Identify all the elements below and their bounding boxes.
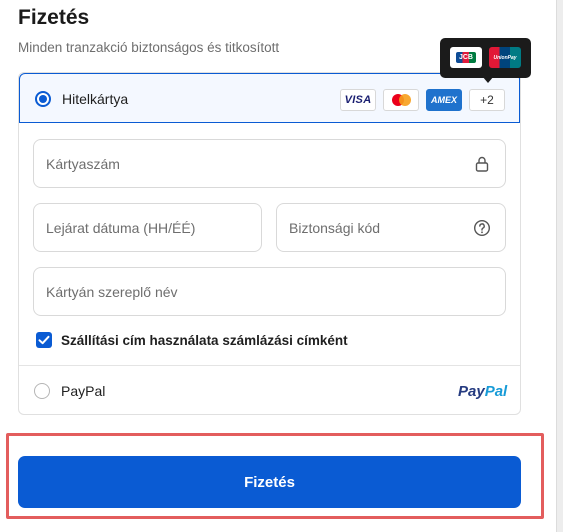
unionpay-logo-text: UnionPay: [489, 47, 521, 68]
billing-same-label[interactable]: Szállítási cím használata számlázási cím…: [61, 333, 348, 348]
security-code-input[interactable]: [289, 204, 467, 251]
card-number-field[interactable]: [33, 139, 506, 188]
page-subtitle: Minden tranzakció biztonságos és titkosí…: [18, 40, 280, 55]
jcb-icon: JCB: [450, 47, 482, 68]
name-on-card-input[interactable]: [46, 268, 467, 315]
name-on-card-field[interactable]: [33, 267, 506, 316]
visa-icon: VISA: [340, 89, 376, 111]
paypal-logo-text-a: Pay: [458, 383, 485, 400]
checkmark-icon: [38, 335, 50, 345]
amex-icon: AMEX: [426, 89, 462, 111]
more-brands-badge[interactable]: +2: [469, 89, 505, 111]
scrollbar[interactable]: [556, 0, 563, 532]
billing-same-checkbox[interactable]: [36, 332, 52, 348]
help-icon[interactable]: [473, 219, 491, 237]
more-brands-tooltip: JCB UnionPay: [440, 38, 531, 83]
payment-option-card[interactable]: Hitelkártya VISA AMEX +2: [19, 73, 520, 123]
pay-button[interactable]: Fizetés: [18, 456, 521, 508]
paypal-logo-text-b: Pal: [484, 383, 508, 400]
card-option-label: Hitelkártya: [62, 91, 129, 107]
mastercard-icon: [383, 89, 419, 111]
card-number-input[interactable]: [46, 140, 467, 187]
payment-option-paypal[interactable]: PayPal: [19, 366, 520, 414]
expiry-input[interactable]: [46, 204, 223, 251]
card-radio[interactable]: [35, 91, 51, 107]
paypal-option-label: PayPal: [61, 383, 106, 399]
lock-icon: [475, 156, 489, 172]
unionpay-icon: UnionPay: [489, 47, 521, 68]
page-title: Fizetés: [18, 6, 90, 29]
paypal-radio[interactable]: [34, 383, 50, 399]
security-code-field[interactable]: [276, 203, 506, 252]
paypal-logo-icon: PayPal: [458, 383, 507, 400]
expiry-field[interactable]: [33, 203, 262, 252]
payment-methods-panel: Hitelkártya VISA AMEX +2: [18, 72, 521, 415]
jcb-logo-text: JCB: [455, 52, 476, 63]
